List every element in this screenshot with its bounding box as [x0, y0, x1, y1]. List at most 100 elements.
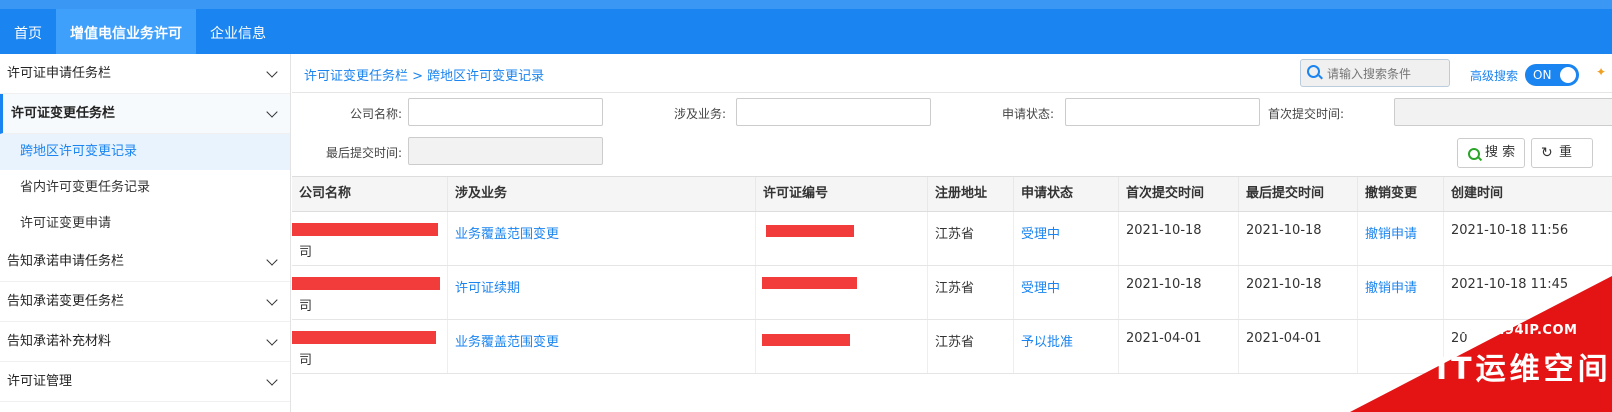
col-last-submit: 最后提交时间	[1239, 177, 1358, 211]
filter-first-submit-input[interactable]	[1394, 98, 1612, 126]
cell-company: 司	[292, 320, 448, 373]
cell-business: 业务覆盖范围变更	[448, 212, 756, 265]
business-link[interactable]: 业务覆盖范围变更	[455, 331, 559, 350]
cell-address: 江苏省	[928, 212, 1014, 265]
sidebar-item-license-manage[interactable]: 许可证管理	[0, 362, 290, 402]
cell-last-submit: 2021-10-18	[1239, 266, 1358, 319]
chevron-down-icon	[266, 254, 278, 266]
sidebar-item-notice-apply[interactable]: 告知承诺申请任务栏	[0, 242, 290, 282]
cell-first-submit: 2021-10-18	[1119, 212, 1239, 265]
cell-last-submit: 2021-10-18	[1239, 212, 1358, 265]
cell-business: 业务覆盖范围变更	[448, 320, 756, 373]
chevron-down-icon	[266, 334, 278, 346]
advanced-search-label: 高级搜索	[1470, 69, 1519, 83]
search-icon	[1468, 148, 1480, 160]
sidebar-item-notice-supplement[interactable]: 告知承诺补充材料	[0, 322, 290, 362]
cell-business: 许可证续期	[448, 266, 756, 319]
redacted-bar	[292, 223, 438, 236]
redacted-bar	[762, 334, 850, 346]
filter-status-input[interactable]	[1065, 98, 1260, 126]
cell-first-submit: 2021-04-01	[1119, 320, 1239, 373]
cell-created: 2021-10-18 11:56	[1451, 223, 1569, 238]
top-strip	[0, 0, 1612, 9]
cell-status: 受理中	[1014, 266, 1119, 319]
redacted-bar	[292, 331, 436, 344]
star-icon[interactable]: ✦	[1596, 65, 1606, 79]
redacted-bar	[766, 225, 854, 237]
nav-home[interactable]: 首页	[0, 9, 56, 54]
sidebar-item-license-change[interactable]: 许可证变更任务栏	[0, 94, 290, 134]
sidebar-subitem-cross-region[interactable]: 跨地区许可变更记录	[0, 134, 290, 170]
redacted-bar	[762, 277, 857, 289]
cell-revoke: 撤销申请	[1358, 212, 1444, 265]
sidebar: 许可证申请任务栏 许可证变更任务栏 跨地区许可变更记录 省内许可变更任务记录 许…	[0, 54, 291, 412]
redacted-bar	[292, 277, 440, 290]
reset-button[interactable]: ↻ 重	[1531, 138, 1593, 168]
business-link[interactable]: 许可证续期	[455, 277, 520, 296]
cell-address: 江苏省	[928, 320, 1014, 373]
filter-company-input[interactable]	[408, 98, 603, 126]
breadcrumb-bar: 许可证变更任务栏 > 跨地区许可变更记录 高级搜索 ON ✦	[292, 54, 1612, 93]
filter-status-label: 申请状态:	[1001, 107, 1054, 121]
sidebar-item-label: 告知承诺补充材料	[7, 334, 112, 349]
chevron-down-icon	[266, 294, 278, 306]
cell-last-submit: 2021-04-01	[1239, 320, 1358, 373]
cell-company: 司	[292, 212, 448, 265]
sidebar-item-label: 许可证变更任务栏	[11, 106, 116, 121]
search-input[interactable]	[1325, 63, 1447, 85]
chevron-down-icon	[266, 374, 278, 386]
breadcrumb[interactable]: 许可证变更任务栏 > 跨地区许可变更记录	[304, 65, 544, 84]
col-license-no: 许可证编号	[756, 177, 928, 211]
filter-panel: 公司名称: 涉及业务: 申请状态: 首次提交时间: 最后提交时间:	[292, 93, 1612, 177]
cell-status: 受理中	[1014, 212, 1119, 265]
nav-company-info[interactable]: 企业信息	[196, 9, 280, 54]
status-link[interactable]: 受理中	[1021, 223, 1060, 242]
sidebar-item-notice-change[interactable]: 告知承诺变更任务栏	[0, 282, 290, 322]
filter-last-submit-input[interactable]	[408, 137, 603, 165]
watermark: WWW.94IP.COM IT运维空间	[1350, 276, 1612, 412]
filter-last-submit-label: 最后提交时间:	[325, 146, 402, 160]
status-link[interactable]: 受理中	[1021, 277, 1060, 296]
sidebar-item-license-apply[interactable]: 许可证申请任务栏	[0, 54, 290, 94]
cell-status: 予以批准	[1014, 320, 1119, 373]
cell-address: 江苏省	[928, 266, 1014, 319]
filter-business-input[interactable]	[736, 98, 931, 126]
cell-license-no	[756, 266, 928, 319]
sidebar-item-label: 告知承诺变更任务栏	[7, 294, 125, 309]
sidebar-subitem-in-province[interactable]: 省内许可变更任务记录	[0, 170, 290, 206]
col-company: 公司名称	[292, 177, 448, 211]
col-first-submit: 首次提交时间	[1119, 177, 1239, 211]
cell-company: 司	[292, 266, 448, 319]
watermark-url: WWW.94IP.COM	[1456, 323, 1578, 338]
sidebar-item-label: 许可证管理	[7, 374, 73, 389]
toggle-knob	[1560, 67, 1576, 83]
col-created: 创建时间	[1451, 186, 1504, 201]
filter-business-label: 涉及业务:	[673, 107, 726, 121]
business-link[interactable]: 业务覆盖范围变更	[455, 223, 559, 242]
sidebar-subitem-change-apply[interactable]: 许可证变更申请	[0, 206, 290, 242]
main-nav: 首页 增值电信业务许可 企业信息	[0, 9, 280, 54]
status-link[interactable]: 予以批准	[1021, 331, 1073, 350]
refresh-icon: ↻	[1541, 145, 1553, 161]
toggle-label: ON	[1533, 68, 1552, 82]
col-revoke: 撤销变更	[1358, 177, 1444, 211]
sidebar-item-label: 许可证申请任务栏	[7, 66, 112, 81]
cell-first-submit: 2021-10-18	[1119, 266, 1239, 319]
sidebar-item-label: 告知承诺申请任务栏	[7, 254, 125, 269]
advanced-search-toggle[interactable]: ON	[1525, 64, 1579, 86]
search-button[interactable]: 搜 索	[1457, 138, 1525, 168]
top-navbar: 首页 增值电信业务许可 企业信息	[0, 0, 1612, 54]
search-box[interactable]	[1300, 59, 1450, 87]
table-header: 公司名称 涉及业务 许可证编号 注册地址 申请状态 首次提交时间 最后提交时间 …	[292, 177, 1612, 212]
revoke-link[interactable]: 撤销申请	[1365, 223, 1417, 242]
watermark-text: IT运维空间	[1436, 352, 1612, 387]
records-table: 公司名称 涉及业务 许可证编号 注册地址 申请状态 首次提交时间 最后提交时间 …	[292, 176, 1612, 374]
filter-first-submit-label: 首次提交时间:	[1267, 107, 1344, 121]
cell-license-no	[756, 320, 928, 373]
filter-company-label: 公司名称:	[349, 107, 402, 121]
col-address: 注册地址	[928, 177, 1014, 211]
nav-telecom-license[interactable]: 增值电信业务许可	[56, 9, 196, 54]
chevron-down-icon	[266, 106, 278, 118]
chevron-down-icon	[266, 66, 278, 78]
search-icon	[1307, 65, 1320, 78]
